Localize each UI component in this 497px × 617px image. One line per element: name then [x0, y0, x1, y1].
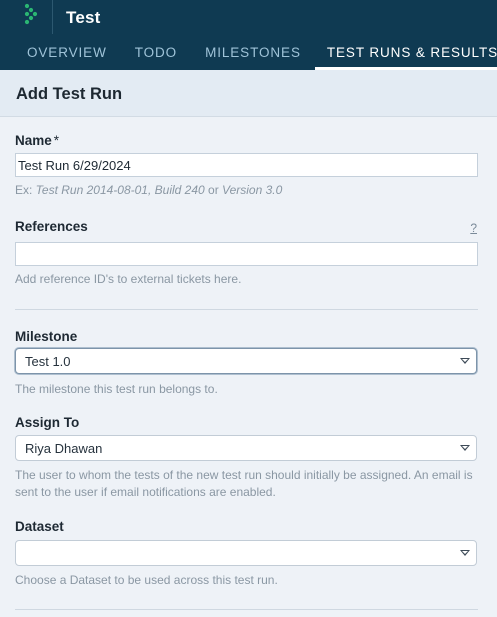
- top-navigation-bar: Test OVERVIEW TODO MILESTONES TEST RUNS …: [0, 0, 497, 70]
- main-tabs: OVERVIEW TODO MILESTONES TEST RUNS & RES…: [0, 36, 497, 70]
- chevron-down-icon: [460, 358, 470, 364]
- milestone-select[interactable]: Test 1.0: [15, 348, 477, 374]
- header-divider: [52, 0, 53, 34]
- section-divider: [15, 309, 478, 310]
- dataset-hint: Choose a Dataset to be used across this …: [15, 573, 278, 587]
- name-hint: Ex: Test Run 2014-08-01, Build 240 or Ve…: [15, 182, 480, 199]
- milestone-hint: The milestone this test run belongs to.: [15, 382, 218, 396]
- references-input[interactable]: [15, 242, 478, 266]
- tab-overview[interactable]: OVERVIEW: [0, 36, 121, 70]
- name-hint-example1: Test Run 2014-08-01, Build 240: [35, 183, 205, 197]
- name-label: Name *: [15, 133, 59, 148]
- name-label-text: Name: [15, 133, 52, 148]
- tab-todo[interactable]: TODO: [121, 36, 191, 70]
- milestone-selected-value: Test 1.0: [25, 354, 71, 369]
- project-title[interactable]: Test: [66, 8, 101, 28]
- assign-to-label: Assign To: [15, 415, 80, 430]
- assign-to-hint: The user to whom the tests of the new te…: [15, 468, 473, 499]
- assign-to-select[interactable]: Riya Dhawan: [15, 435, 477, 461]
- name-hint-prefix: Ex:: [15, 183, 36, 197]
- name-input[interactable]: [15, 153, 478, 177]
- name-hint-example2: Version 3.0: [222, 183, 283, 197]
- tab-test-runs-results[interactable]: TEST RUNS & RESULTS: [314, 36, 497, 70]
- milestone-label: Milestone: [15, 329, 78, 344]
- chevron-down-icon: [460, 550, 470, 556]
- required-mark: *: [53, 133, 60, 148]
- name-hint-or: or: [204, 183, 223, 197]
- section-divider-bottom: [15, 609, 478, 610]
- page-header: Add Test Run: [0, 70, 497, 117]
- testrail-logo-icon[interactable]: [22, 2, 46, 26]
- content-area: Add Test Run Name* Ex: Test Run 2014-08-…: [0, 70, 497, 617]
- references-hint: Add reference ID's to external tickets h…: [15, 272, 242, 286]
- references-label: References: [15, 219, 88, 234]
- references-help-link[interactable]: ?: [470, 221, 477, 235]
- dataset-select[interactable]: [15, 540, 477, 566]
- assign-to-selected-value: Riya Dhawan: [25, 441, 103, 456]
- tab-milestones[interactable]: MILESTONES: [191, 36, 315, 70]
- chevron-down-icon: [460, 445, 470, 451]
- dataset-label: Dataset: [15, 519, 64, 534]
- page-title: Add Test Run: [16, 85, 123, 103]
